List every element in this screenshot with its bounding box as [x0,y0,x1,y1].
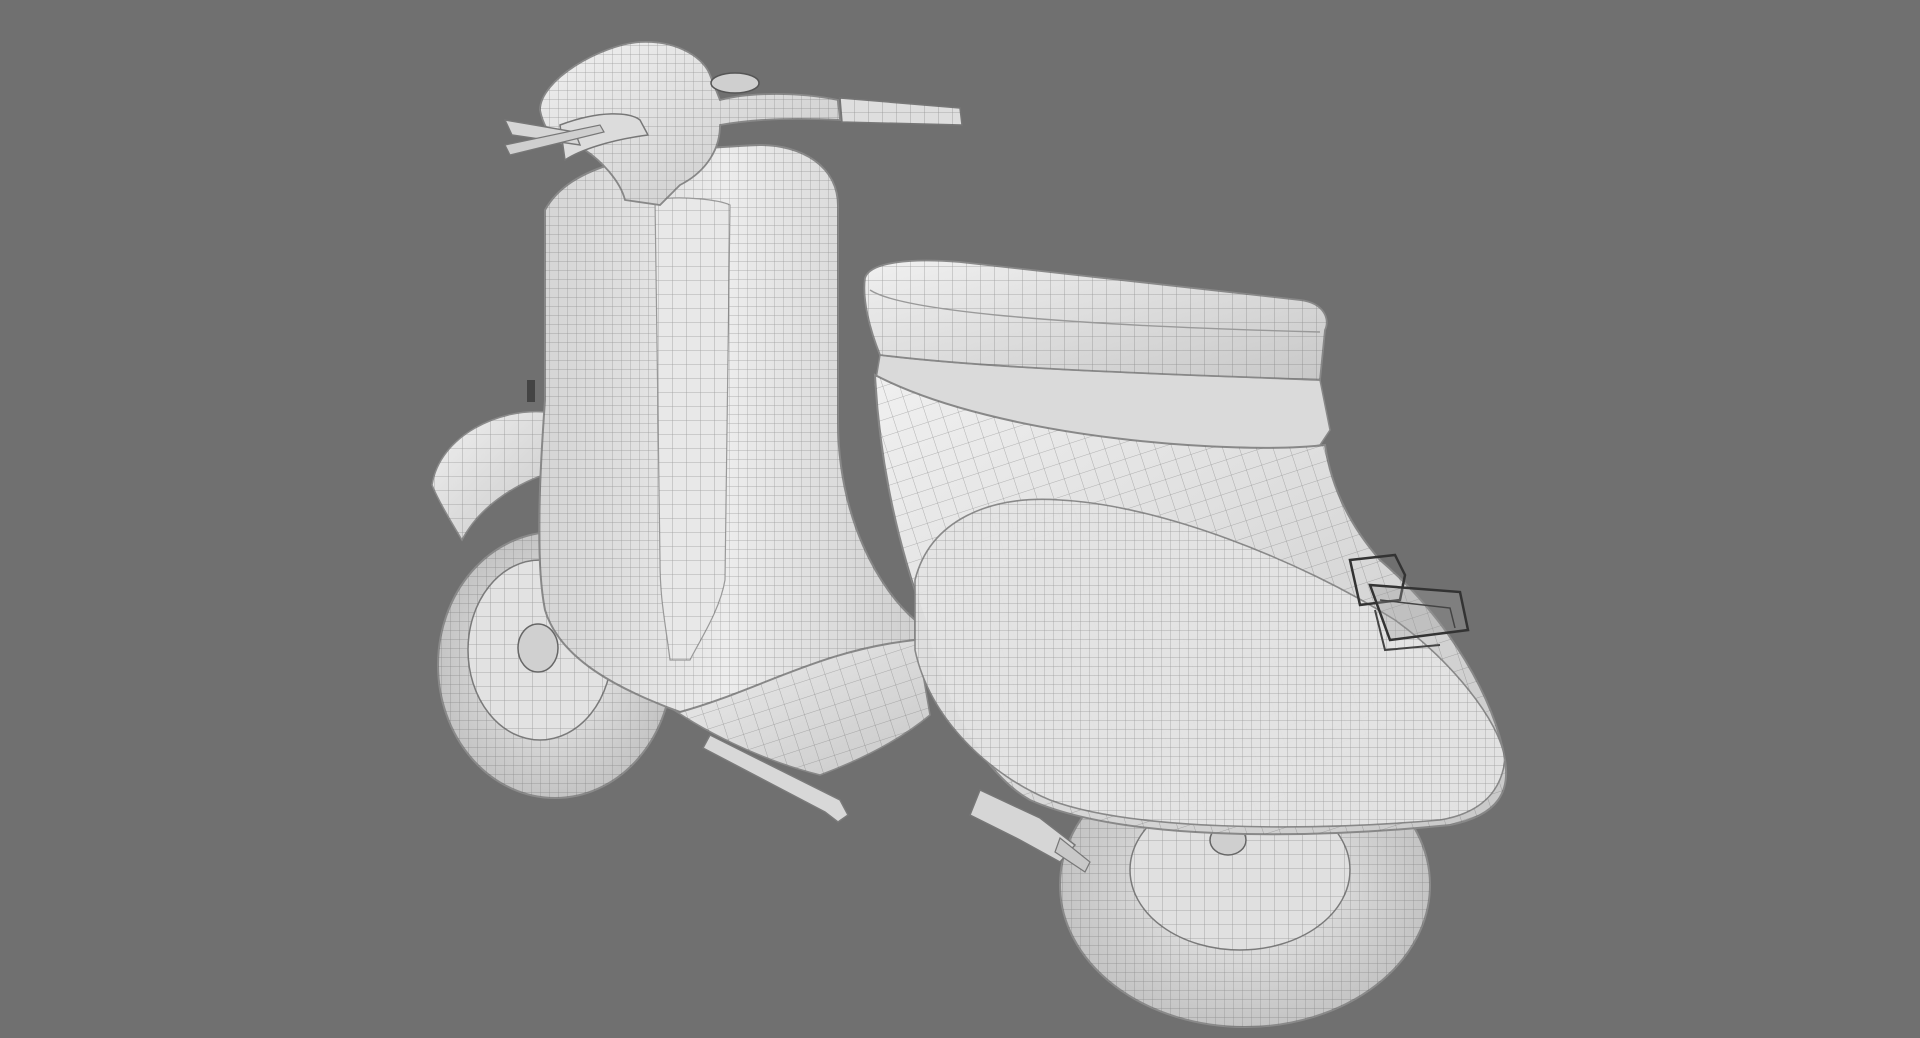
scooter-render [431,41,1508,1028]
leg-shield [538,143,916,714]
speedometer [710,72,760,94]
side-bracket [527,380,535,402]
render-viewport [0,0,1920,1038]
